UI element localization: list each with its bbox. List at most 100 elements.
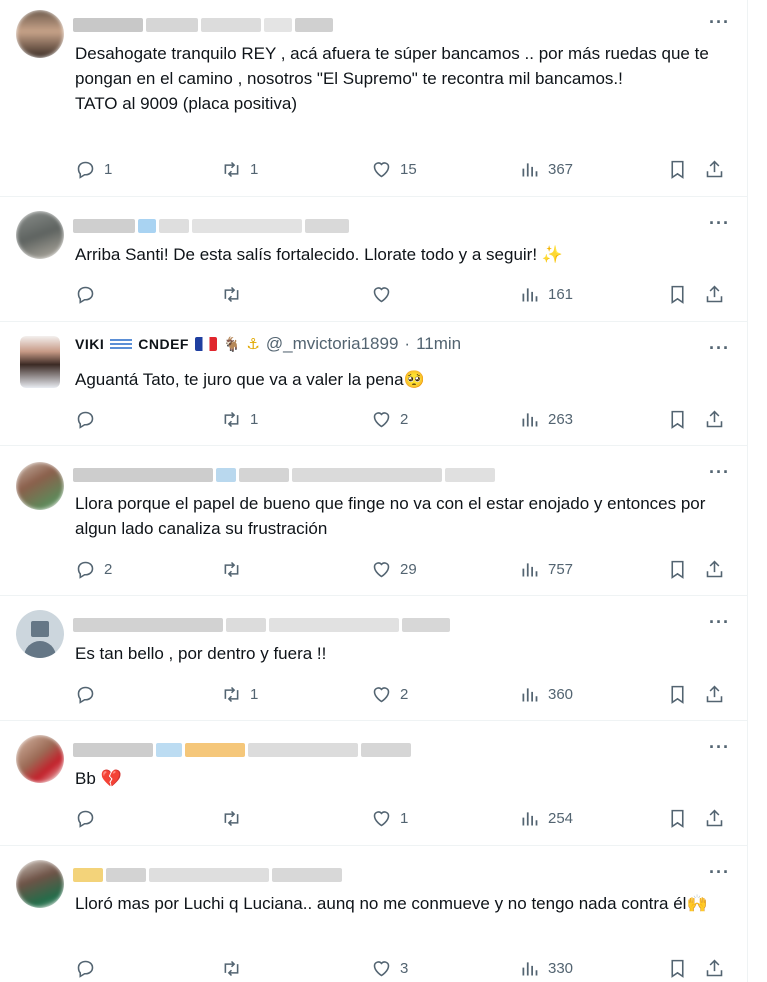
more-options-icon[interactable]: ··· bbox=[709, 737, 730, 758]
share-button[interactable] bbox=[704, 407, 725, 431]
action-bar: 161 bbox=[75, 282, 735, 306]
views-chart-icon bbox=[522, 412, 538, 426]
reply-icon bbox=[77, 960, 94, 978]
action-bar: 3 330 bbox=[75, 956, 735, 980]
share-button[interactable] bbox=[704, 956, 725, 980]
repost-button[interactable] bbox=[221, 282, 250, 306]
bookmark-button[interactable] bbox=[667, 557, 688, 581]
avatar[interactable] bbox=[16, 10, 64, 58]
action-bar: 2 29 757 bbox=[75, 557, 735, 581]
repost-button[interactable] bbox=[221, 806, 250, 830]
reply-button[interactable]: 2 bbox=[75, 557, 112, 581]
post-text: Desahogate tranquilo REY , acá afuera te… bbox=[75, 44, 709, 113]
share-button[interactable] bbox=[704, 557, 725, 581]
reply-button[interactable] bbox=[75, 407, 104, 431]
views-button[interactable]: 757 bbox=[519, 557, 573, 581]
blurred-username[interactable] bbox=[73, 741, 411, 759]
more-options-icon[interactable]: ··· bbox=[709, 213, 730, 234]
post-time[interactable]: 11min bbox=[416, 334, 461, 354]
views-button[interactable]: 367 bbox=[519, 157, 573, 181]
uruguay-flag-icon bbox=[110, 337, 133, 351]
bookmark-icon bbox=[671, 685, 684, 704]
like-button[interactable]: 1 bbox=[371, 806, 408, 830]
reply-post[interactable]: ··· Es tan bello , por dentro y fuera !!… bbox=[0, 596, 747, 721]
action-bar: 1 1 15 367 bbox=[75, 157, 735, 181]
action-bar: 1 254 bbox=[75, 806, 735, 830]
views-chart-icon bbox=[522, 961, 538, 975]
more-options-icon[interactable]: ··· bbox=[709, 338, 730, 359]
like-button[interactable]: 3 bbox=[371, 956, 408, 980]
blurred-username[interactable] bbox=[73, 217, 349, 235]
reply-button[interactable] bbox=[75, 682, 104, 706]
anchor-icon: ⚓ bbox=[246, 336, 260, 353]
reply-post[interactable]: ··· Desahogate tranquilo REY , acá afuer… bbox=[0, 0, 747, 197]
repost-button[interactable] bbox=[221, 557, 250, 581]
more-options-icon[interactable]: ··· bbox=[709, 12, 730, 33]
like-button[interactable]: 29 bbox=[371, 557, 417, 581]
reply-post[interactable]: ··· Arriba Santi! De esta salís fortalec… bbox=[0, 197, 747, 322]
reply-button[interactable]: 1 bbox=[75, 157, 112, 181]
post-text: Arriba Santi! De esta salís fortalecido.… bbox=[75, 245, 563, 264]
views-button[interactable]: 161 bbox=[519, 282, 573, 306]
reply-button[interactable] bbox=[75, 806, 104, 830]
avatar[interactable] bbox=[16, 860, 64, 908]
display-name[interactable]: VIKI bbox=[75, 336, 104, 352]
reply-post[interactable]: ··· Llora porque el papel de bueno que f… bbox=[0, 446, 747, 596]
share-icon bbox=[706, 285, 723, 302]
views-button[interactable]: 263 bbox=[519, 407, 573, 431]
blurred-username[interactable] bbox=[73, 16, 333, 34]
bookmark-icon bbox=[671, 959, 684, 978]
bookmark-button[interactable] bbox=[667, 407, 688, 431]
share-button[interactable] bbox=[704, 682, 725, 706]
post-text: Aguantá Tato, te juro que va a valer la … bbox=[75, 370, 425, 389]
share-button[interactable] bbox=[704, 282, 725, 306]
heart-icon bbox=[373, 411, 390, 427]
france-flag-icon bbox=[194, 337, 217, 351]
share-icon bbox=[706, 809, 723, 826]
bookmark-button[interactable] bbox=[667, 682, 688, 706]
default-avatar[interactable] bbox=[16, 610, 64, 658]
repost-icon bbox=[224, 810, 239, 826]
bookmark-button[interactable] bbox=[667, 282, 688, 306]
repost-button[interactable]: 1 bbox=[221, 407, 258, 431]
heart-icon bbox=[373, 810, 390, 826]
like-button[interactable]: 15 bbox=[371, 157, 417, 181]
blurred-username[interactable] bbox=[73, 616, 450, 634]
views-button[interactable]: 254 bbox=[519, 806, 573, 830]
repost-button[interactable] bbox=[221, 956, 250, 980]
blurred-username[interactable] bbox=[73, 466, 495, 484]
bookmark-button[interactable] bbox=[667, 157, 688, 181]
avatar[interactable] bbox=[16, 735, 64, 783]
share-button[interactable] bbox=[704, 806, 725, 830]
like-button[interactable]: 2 bbox=[371, 682, 408, 706]
repost-button[interactable]: 1 bbox=[221, 157, 258, 181]
avatar[interactable] bbox=[16, 462, 64, 510]
reply-post[interactable]: VIKI CNDEF 🐐 ⚓ @_mvictoria1899 · 11min ·… bbox=[0, 322, 747, 446]
more-options-icon[interactable]: ··· bbox=[709, 462, 730, 483]
avatar[interactable] bbox=[16, 211, 64, 259]
reply-post[interactable]: ··· Lloró mas por Luchi q Luciana.. aunq… bbox=[0, 846, 747, 982]
blurred-username[interactable] bbox=[73, 866, 342, 884]
avatar[interactable] bbox=[20, 336, 60, 388]
more-options-icon[interactable]: ··· bbox=[709, 862, 730, 883]
heart-icon bbox=[373, 686, 390, 702]
bookmark-button[interactable] bbox=[667, 956, 688, 980]
share-icon bbox=[706, 160, 723, 177]
more-options-icon[interactable]: ··· bbox=[709, 612, 730, 633]
reply-button[interactable] bbox=[75, 956, 104, 980]
reply-button[interactable] bbox=[75, 282, 104, 306]
like-button[interactable] bbox=[371, 282, 400, 306]
views-chart-icon bbox=[522, 287, 538, 301]
user-handle[interactable]: @_mvictoria1899 bbox=[266, 334, 399, 354]
share-button[interactable] bbox=[704, 157, 725, 181]
action-bar: 1 2 263 bbox=[75, 407, 735, 431]
repost-button[interactable]: 1 bbox=[221, 682, 258, 706]
bookmark-button[interactable] bbox=[667, 806, 688, 830]
reply-icon bbox=[77, 411, 94, 429]
views-button[interactable]: 360 bbox=[519, 682, 573, 706]
reply-post[interactable]: ··· Bb 💔 1 254 bbox=[0, 721, 747, 846]
views-chart-icon bbox=[522, 687, 538, 701]
views-button[interactable]: 330 bbox=[519, 956, 573, 980]
repost-icon bbox=[224, 686, 239, 702]
like-button[interactable]: 2 bbox=[371, 407, 408, 431]
